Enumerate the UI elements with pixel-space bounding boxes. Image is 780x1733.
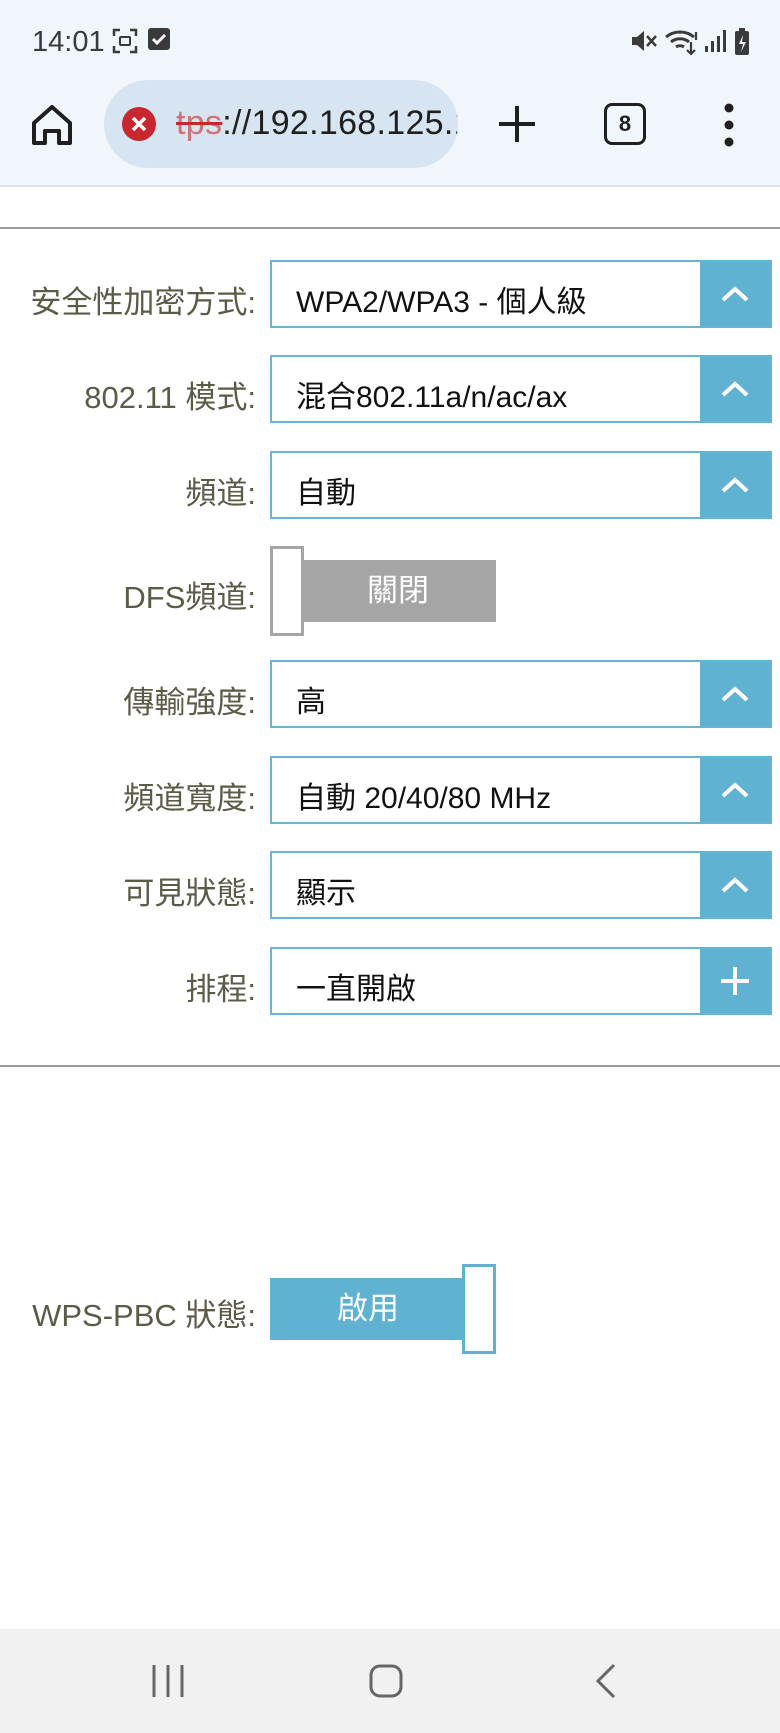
toggle-knob[interactable] — [270, 546, 304, 636]
url-text[interactable]: tps://192.168.125.1 — [176, 104, 458, 143]
signal-icon — [705, 30, 726, 52]
url-scheme: tps — [176, 104, 223, 142]
tx-power-value: 高 — [296, 686, 326, 719]
browser-toolbar: tps://192.168.125.1 8 — [0, 80, 780, 187]
channel-select[interactable]: 自動 — [270, 451, 772, 519]
dfs-channel-label: DFS頻道: — [123, 580, 256, 615]
section-divider — [0, 227, 780, 229]
toggle-knob[interactable] — [462, 1264, 496, 1354]
visibility-label: 可見狀態: — [123, 876, 256, 911]
channel-width-select[interactable]: 自動 20/40/80 MHz — [270, 756, 772, 824]
new-tab-icon[interactable] — [494, 101, 540, 147]
wps-pbc-label: WPS-PBC 狀態: — [32, 1298, 256, 1333]
battery-icon — [735, 28, 749, 55]
tx-power-select[interactable]: 高 — [270, 660, 772, 728]
status-time: 14:01 — [32, 26, 105, 58]
system-nav-bar — [0, 1629, 780, 1733]
visibility-select[interactable]: 顯示 — [270, 851, 772, 919]
chevron-up-icon[interactable] — [700, 853, 770, 917]
security-mode-label: 安全性加密方式: — [30, 285, 256, 320]
wps-pbc-state: 啟用 — [270, 1278, 466, 1340]
channel-value: 自動 — [296, 477, 356, 510]
mute-icon — [632, 31, 657, 51]
plus-icon[interactable] — [700, 949, 770, 1013]
schedule-select[interactable]: 一直開啟 — [270, 947, 772, 1015]
section-divider — [0, 1065, 780, 1067]
visibility-value: 顯示 — [296, 877, 356, 910]
security-mode-value: WPA2/WPA3 - 個人級 — [296, 286, 587, 319]
mode-80211-label: 802.11 模式: — [84, 380, 256, 415]
chevron-up-icon[interactable] — [700, 758, 770, 822]
not-secure-error-icon[interactable] — [122, 107, 156, 141]
check-box-icon — [148, 28, 170, 50]
more-menu-icon[interactable] — [714, 100, 744, 150]
status-bar: 14:01 — [0, 0, 780, 80]
home-nav-icon[interactable] — [368, 1663, 404, 1699]
recent-apps-icon[interactable] — [150, 1663, 186, 1699]
mode-80211-value: 混合802.11a/n/ac/ax — [296, 381, 568, 414]
security-mode-select[interactable]: WPA2/WPA3 - 個人級 — [270, 260, 772, 328]
wifi-icon — [665, 30, 698, 56]
chevron-up-icon[interactable] — [700, 453, 770, 517]
chevron-up-icon[interactable] — [700, 262, 770, 326]
dfs-channel-state: 關閉 — [300, 560, 496, 622]
mode-80211-select[interactable]: 混合802.11a/n/ac/ax — [270, 355, 772, 423]
chevron-up-icon[interactable] — [700, 662, 770, 726]
screen-record-icon — [112, 28, 138, 54]
url-host: ://192.168.125.1 — [222, 104, 458, 142]
channel-width-value: 自動 20/40/80 MHz — [296, 782, 552, 815]
channel-label: 頻道: — [185, 476, 256, 511]
schedule-label: 排程: — [185, 972, 256, 1007]
chevron-up-icon[interactable] — [700, 357, 770, 421]
url-bar[interactable]: tps://192.168.125.1 — [104, 80, 458, 168]
tx-power-label: 傳輸強度: — [123, 685, 256, 720]
back-icon[interactable] — [592, 1663, 622, 1699]
schedule-value: 一直開啟 — [296, 973, 416, 1006]
home-icon[interactable] — [28, 101, 76, 149]
wps-pbc-toggle[interactable]: 啟用 — [270, 1264, 498, 1354]
dfs-channel-toggle[interactable]: 關閉 — [270, 546, 498, 636]
tab-switcher-button[interactable]: 8 — [604, 103, 646, 145]
channel-width-label: 頻道寬度: — [123, 781, 256, 816]
